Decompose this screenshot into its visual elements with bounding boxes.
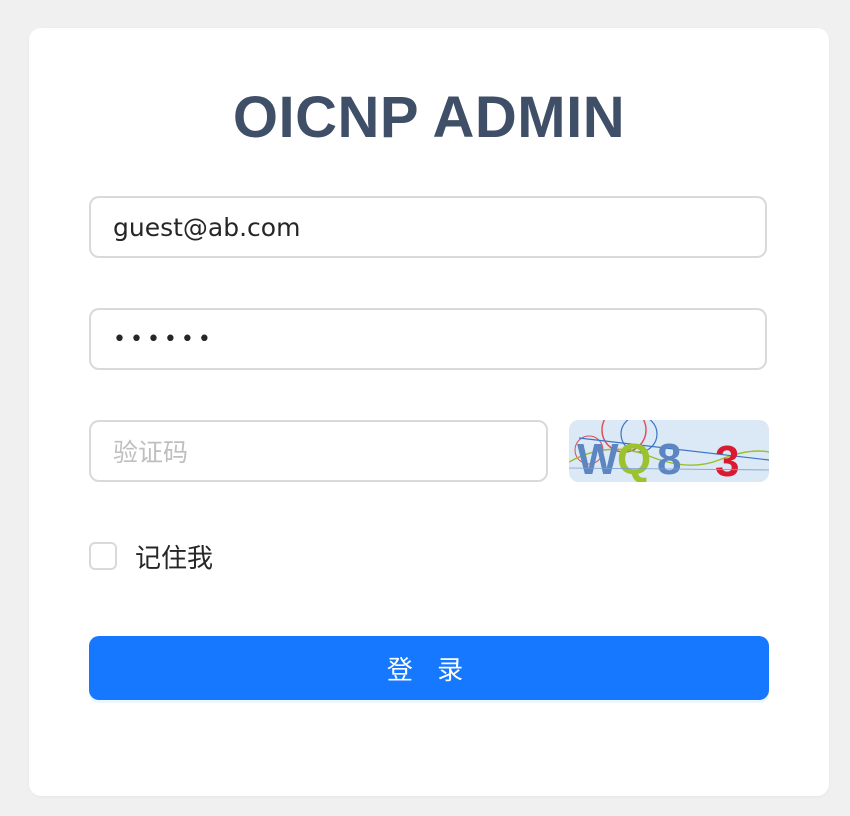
captcha-input[interactable]: 验证码	[89, 420, 548, 482]
email-value: guest@ab.com	[113, 212, 301, 242]
remember-label: 记住我	[135, 543, 214, 574]
captcha-graphic: W Q 8 3	[569, 420, 769, 482]
app-title: OICNP ADMIN	[232, 85, 626, 150]
login-card: OICNP ADMIN guest@ab.com •••••• 验证码 W Q …	[29, 28, 829, 796]
captcha-char-4: 3	[715, 437, 739, 482]
captcha-char-3: 8	[657, 435, 681, 482]
captcha-char-1: W	[577, 435, 619, 482]
password-field[interactable]: ••••••	[89, 308, 767, 370]
captcha-placeholder: 验证码	[113, 438, 189, 467]
captcha-image[interactable]: W Q 8 3	[569, 420, 769, 482]
remember-checkbox[interactable]	[89, 542, 117, 570]
login-button[interactable]: 登 录	[89, 636, 769, 700]
email-field[interactable]: guest@ab.com	[89, 196, 767, 258]
remember-me[interactable]: 记住我	[89, 538, 213, 574]
login-button-label: 登 录	[386, 655, 472, 686]
captcha-char-2: Q	[617, 435, 651, 482]
password-value: ••••••	[113, 326, 215, 352]
